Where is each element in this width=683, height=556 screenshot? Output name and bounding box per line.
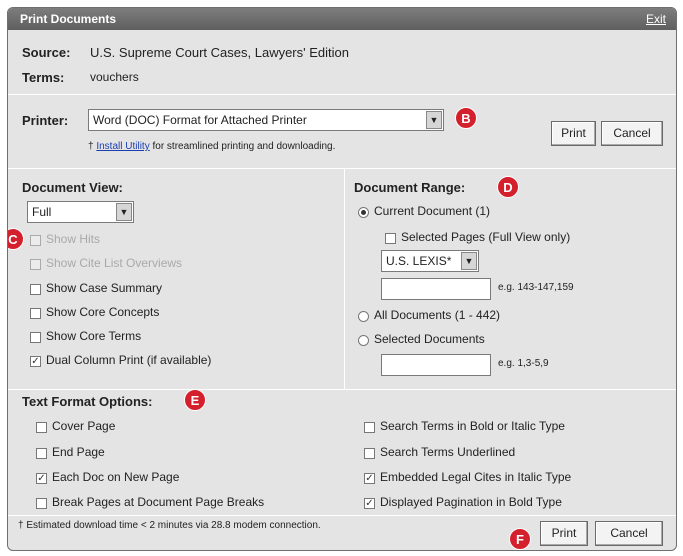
show-case-summary-label: Show Case Summary: [46, 281, 163, 295]
install-utility-link[interactable]: Install Utility: [96, 141, 149, 152]
callout-marker-d: D: [497, 176, 519, 198]
document-view-select[interactable]: Full ▼: [27, 201, 134, 223]
divider: [8, 515, 676, 516]
documents-example: e.g. 1,3-5,9: [498, 358, 549, 369]
break-pages-checkbox[interactable]: [36, 498, 47, 509]
document-range-heading: Document Range:: [354, 180, 466, 195]
cancel-button-top[interactable]: Cancel: [601, 121, 663, 146]
selected-pages-checkbox[interactable]: [385, 233, 396, 244]
embedded-cites-italic-checkbox[interactable]: ✓: [364, 473, 375, 484]
selected-pages-label: Selected Pages (Full View only): [401, 230, 571, 244]
page-format-select[interactable]: U.S. LEXIS* ▼: [381, 250, 479, 272]
document-view-selected-value: Full: [32, 205, 52, 219]
current-document-label: Current Document (1): [374, 204, 491, 218]
document-view-heading: Document View:: [22, 180, 123, 195]
chevron-down-icon: ▼: [116, 203, 132, 221]
selected-documents-label: Selected Documents: [374, 332, 485, 346]
selected-documents-input[interactable]: [381, 354, 491, 376]
show-core-terms-checkbox[interactable]: [30, 332, 41, 343]
download-time-note: † Estimated download time < 2 minutes vi…: [18, 520, 321, 531]
selected-documents-radio[interactable]: [358, 335, 369, 346]
show-case-summary-checkbox[interactable]: [30, 284, 41, 295]
pages-example: e.g. 143-147,159: [498, 282, 574, 293]
divider: [8, 168, 676, 169]
show-core-concepts-label: Show Core Concepts: [46, 305, 160, 319]
search-terms-bold-checkbox[interactable]: [364, 422, 375, 433]
show-core-concepts-checkbox[interactable]: [30, 308, 41, 319]
show-cite-list-overviews-label: Show Cite List Overviews: [46, 256, 183, 270]
selected-pages-input[interactable]: [381, 278, 491, 300]
source-label: Source:: [22, 45, 71, 60]
show-hits-checkbox[interactable]: [30, 235, 41, 246]
dialog-title: Print Documents: [20, 12, 117, 26]
search-terms-underlined-label: Search Terms Underlined: [380, 445, 516, 459]
callout-marker-e: E: [184, 389, 206, 411]
show-core-terms-label: Show Core Terms: [46, 329, 142, 343]
current-document-radio[interactable]: [358, 207, 369, 218]
page-format-selected-value: U.S. LEXIS*: [386, 254, 452, 268]
terms-label: Terms:: [22, 70, 65, 85]
callout-marker-f: F: [509, 528, 531, 550]
print-documents-dialog: Print Documents Exit Source: U.S. Suprem…: [7, 7, 677, 551]
dual-column-print-label: Dual Column Print (if available): [46, 353, 212, 367]
divider: [8, 389, 676, 390]
text-format-options-heading: Text Format Options:: [22, 394, 153, 409]
chevron-down-icon: ▼: [426, 111, 442, 129]
search-terms-bold-label: Search Terms in Bold or Italic Type: [380, 419, 565, 433]
displayed-pagination-bold-checkbox[interactable]: ✓: [364, 498, 375, 509]
title-bar: Print Documents Exit: [8, 8, 676, 30]
each-doc-new-page-checkbox[interactable]: ✓: [36, 473, 47, 484]
all-documents-label: All Documents (1 - 442): [374, 308, 501, 322]
search-terms-underlined-checkbox[interactable]: [364, 448, 375, 459]
break-pages-label: Break Pages at Document Page Breaks: [52, 495, 265, 509]
show-cite-list-overviews-checkbox[interactable]: [30, 259, 41, 270]
cover-page-checkbox[interactable]: [36, 422, 47, 433]
printer-note: † Install Utility for streamlined printi…: [88, 141, 335, 152]
each-doc-new-page-label: Each Doc on New Page: [52, 470, 180, 484]
printer-note-text: for streamlined printing and downloading…: [152, 141, 336, 152]
source-value: U.S. Supreme Court Cases, Lawyers' Editi…: [90, 45, 349, 60]
exit-link[interactable]: Exit: [646, 12, 666, 26]
callout-marker-b: B: [455, 107, 477, 129]
print-button-top[interactable]: Print: [551, 121, 596, 146]
end-page-checkbox[interactable]: [36, 448, 47, 459]
terms-value: vouchers: [90, 70, 139, 84]
callout-marker-c: C: [8, 228, 24, 250]
print-button-bottom[interactable]: Print: [540, 521, 588, 546]
cover-page-label: Cover Page: [52, 419, 116, 433]
cancel-button-bottom[interactable]: Cancel: [595, 521, 663, 546]
divider: [344, 169, 345, 389]
displayed-pagination-bold-label: Displayed Pagination in Bold Type: [380, 495, 562, 509]
show-hits-label: Show Hits: [46, 232, 101, 246]
chevron-down-icon: ▼: [461, 252, 477, 270]
end-page-label: End Page: [52, 445, 105, 459]
dual-column-print-checkbox[interactable]: ✓: [30, 356, 41, 367]
dagger-symbol: †: [88, 141, 94, 152]
divider: [8, 94, 676, 95]
printer-selected-value: Word (DOC) Format for Attached Printer: [93, 113, 307, 127]
printer-select[interactable]: Word (DOC) Format for Attached Printer ▼: [88, 109, 444, 131]
all-documents-radio[interactable]: [358, 311, 369, 322]
embedded-cites-italic-label: Embedded Legal Cites in Italic Type: [380, 470, 572, 484]
printer-label: Printer:: [22, 113, 69, 128]
